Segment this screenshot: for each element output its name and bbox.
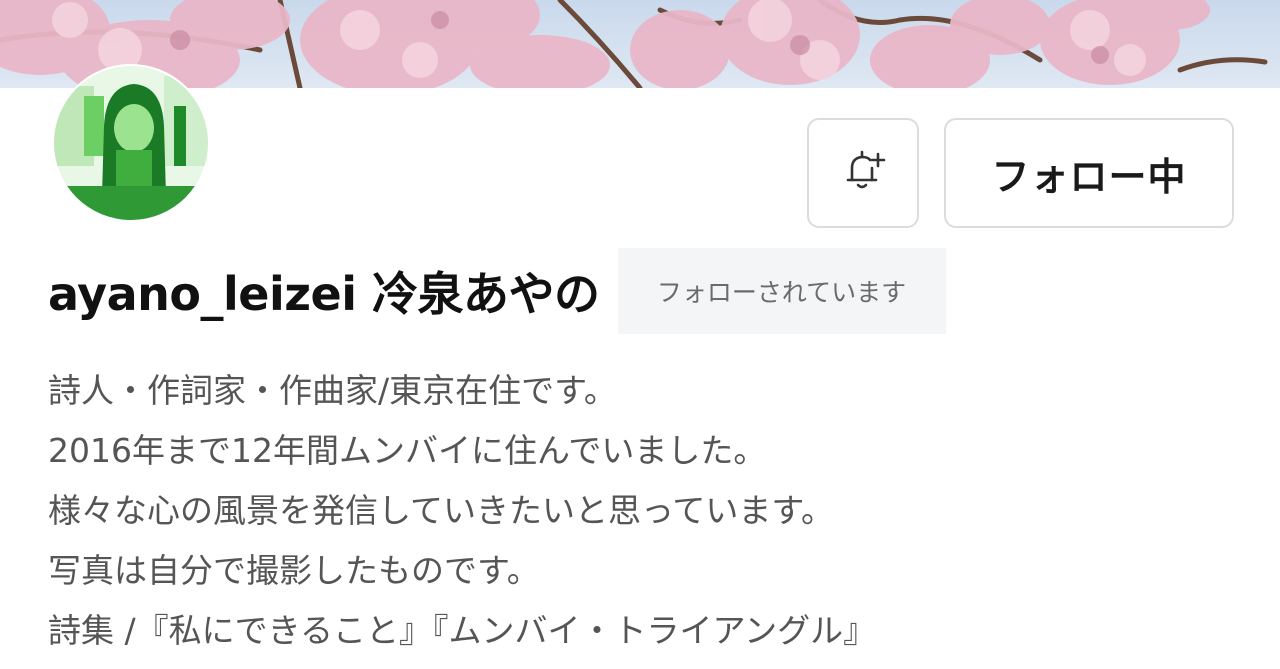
following-button[interactable]: フォロー中 (944, 118, 1234, 228)
profile-username: ayano_leizei 冷泉あやの (48, 267, 600, 321)
bell-plus-icon (838, 146, 888, 200)
bio-line: 詩集 /『私にできること』『ムンバイ・トライアングル』 (48, 611, 877, 650)
bio-line: 様々な心の風景を発信していきたいと思っています。 (48, 491, 835, 530)
bio-line: 写真は自分で撮影したものです。 (48, 551, 540, 590)
avatar[interactable] (52, 64, 210, 222)
profile-page: フォロー中 ayano_leizei 冷泉あやの フォローされています 詩人・作… (0, 0, 1280, 669)
header-photo (0, 0, 1280, 88)
profile-name-row: ayano_leizei 冷泉あやの フォローされています (48, 248, 946, 334)
bio-line: 詩人・作詞家・作曲家/東京在住です。 (48, 371, 617, 410)
follows-you-badge: フォローされています (617, 248, 946, 334)
profile-bio: 詩人・作詞家・作曲家/東京在住です。 2016年まで12年間ムンバイに住んでいま… (48, 361, 1248, 661)
notify-button[interactable] (807, 118, 919, 228)
following-button-label: フォロー中 (991, 154, 1187, 199)
bio-line: 2016年まで12年間ムンバイに住んでいました。 (48, 431, 767, 470)
